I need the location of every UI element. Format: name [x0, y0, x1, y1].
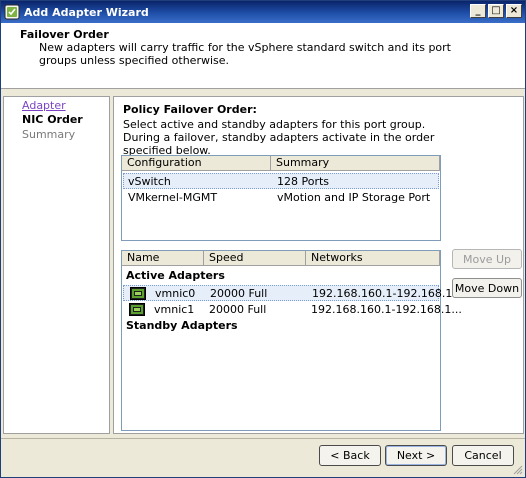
close-icon: ×: [509, 5, 519, 16]
wizard-window: Add Adapter Wizard _ □ × Failover Order …: [0, 0, 526, 478]
adapter-speed: 20000 Full: [210, 287, 268, 300]
nav-step-adapter[interactable]: Adapter: [22, 99, 66, 112]
config-summary: vMotion and IP Storage Port: [277, 191, 431, 204]
vsphere-app-icon: [4, 4, 20, 20]
table-row[interactable]: vmnic0 20000 Full 192.168.160.1-192.168.…: [123, 285, 463, 301]
configuration-list-header: Configuration Summary: [122, 156, 440, 171]
network-adapter-icon: [130, 287, 146, 300]
wizard-header: Failover Order New adapters will carry t…: [1, 23, 525, 89]
window-controls: _ □ ×: [470, 4, 522, 18]
config-name: vSwitch: [128, 175, 171, 188]
maximize-button[interactable]: □: [488, 4, 504, 18]
adapter-list-header: Name Speed Networks: [122, 251, 440, 266]
title-bar[interactable]: Add Adapter Wizard _ □ ×: [1, 1, 525, 23]
close-button[interactable]: ×: [506, 4, 522, 18]
config-summary: 128 Ports: [277, 175, 330, 188]
cancel-button[interactable]: Cancel: [452, 445, 514, 466]
column-header-name[interactable]: Name: [122, 251, 204, 266]
window-title: Add Adapter Wizard: [24, 5, 149, 19]
adapter-list[interactable]: Name Speed Networks Active Adapters vmni…: [121, 250, 463, 431]
page-description: New adapters will carry traffic for the …: [39, 41, 451, 67]
column-header-networks[interactable]: Networks: [306, 251, 440, 266]
adapter-name: vmnic0: [155, 287, 196, 300]
footer-separator: [1, 438, 525, 439]
table-row[interactable]: vmnic1 20000 Full 192.168.160.1-192.168.…: [123, 302, 462, 318]
next-button[interactable]: Next >: [385, 445, 447, 466]
network-adapter-icon: [129, 303, 145, 316]
minimize-button[interactable]: _: [470, 4, 486, 18]
standby-adapters-group: Standby Adapters: [126, 319, 238, 332]
table-row[interactable]: VMkernel-MGMT vMotion and IP Storage Por…: [123, 190, 439, 206]
adapter-name: vmnic1: [154, 303, 195, 316]
nav-step-summary: Summary: [22, 128, 76, 141]
adapter-networks: 192.168.160.1-192.168.1...: [312, 287, 463, 300]
adapter-networks: 192.168.160.1-192.168.1...: [311, 303, 462, 316]
table-row[interactable]: vSwitch 128 Ports: [123, 173, 439, 189]
configuration-list[interactable]: Configuration Summary vSwitch 128 Ports …: [121, 155, 441, 241]
column-header-speed[interactable]: Speed: [204, 251, 306, 266]
move-up-button[interactable]: Move Up: [452, 249, 522, 269]
minimize-icon: _: [475, 5, 481, 16]
column-header-configuration[interactable]: Configuration: [122, 156, 271, 171]
back-button[interactable]: < Back: [319, 445, 381, 466]
column-header-summary[interactable]: Summary: [271, 156, 440, 171]
page-title: Failover Order: [20, 28, 109, 41]
adapter-speed: 20000 Full: [209, 303, 267, 316]
maximize-icon: □: [491, 5, 501, 16]
section-title: Policy Failover Order:: [123, 103, 257, 116]
nav-step-nic-order: NIC Order: [22, 113, 83, 126]
section-description: Select active and standby adapters for t…: [123, 118, 435, 157]
move-down-button[interactable]: Move Down: [452, 278, 522, 298]
config-name: VMkernel-MGMT: [128, 191, 218, 204]
resize-grip-icon[interactable]: [511, 463, 523, 475]
wizard-steps-nav: Adapter NIC Order Summary: [3, 96, 110, 434]
active-adapters-group: Active Adapters: [126, 269, 225, 282]
